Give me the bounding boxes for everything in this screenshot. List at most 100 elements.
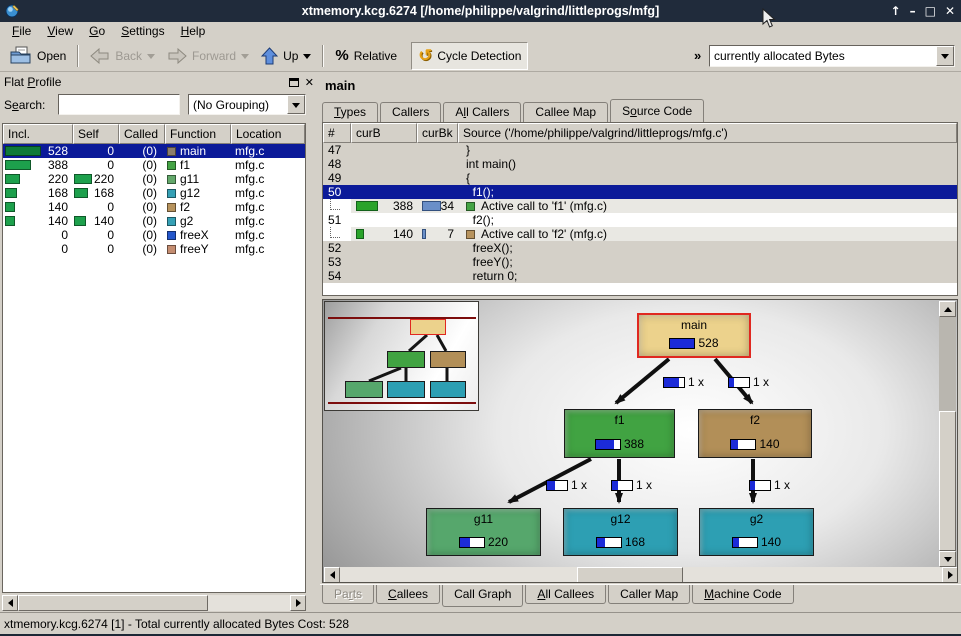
shade-icon[interactable]: ↑ xyxy=(891,4,901,18)
graph-vscrollbar[interactable] xyxy=(939,301,956,567)
graph-node-f2[interactable]: f2140 xyxy=(698,409,812,458)
toolbar: Open Back Forward Up % Relativ xyxy=(0,40,961,72)
table-row[interactable]: 1400(0)f2mfg.c xyxy=(3,200,305,214)
forward-dropdown-icon[interactable] xyxy=(241,54,249,63)
call-graph-panel[interactable]: main528f1388f2140g11220g12168g2140 1 x1 … xyxy=(322,299,958,583)
tab-caller-map[interactable]: Caller Map xyxy=(608,585,690,604)
tab-call-graph[interactable]: Call Graph xyxy=(442,585,523,607)
scroll-down-icon[interactable] xyxy=(939,551,956,567)
table-row[interactable]: 140140(0)g2mfg.c xyxy=(3,214,305,228)
source-line-row[interactable]: 47} xyxy=(323,143,957,157)
node-cost-value: 388 xyxy=(624,437,644,451)
self-value: 0 xyxy=(107,158,114,172)
location-cell: mfg.c xyxy=(231,186,305,200)
table-row[interactable]: 5280(0)mainmfg.c xyxy=(3,144,305,158)
graph-node-g12[interactable]: g12168 xyxy=(563,508,678,556)
edge-cost-bar xyxy=(749,480,771,491)
graph-hscrollbar[interactable] xyxy=(324,567,958,583)
grouping-combobox[interactable]: (No Grouping) xyxy=(188,94,306,115)
table-row[interactable]: 00(0)freeXmfg.c xyxy=(3,228,305,242)
open-button[interactable]: Open xyxy=(4,42,72,70)
column-header-called[interactable]: Called xyxy=(119,124,165,144)
menu-view[interactable]: View xyxy=(39,23,81,39)
table-row[interactable]: 3880(0)f1mfg.c xyxy=(3,158,305,172)
scrollbar-thumb[interactable] xyxy=(18,595,208,611)
up-dropdown-icon[interactable] xyxy=(303,54,311,63)
call-label: Active call to 'f1' (mfg.c) xyxy=(481,199,607,213)
incl-cell: 140 xyxy=(3,214,73,228)
column-header-curb[interactable]: curB xyxy=(351,123,417,143)
active-call-row[interactable]: 38834Active call to 'f1' (mfg.c) xyxy=(323,199,957,213)
toolbar-overflow-icon[interactable]: » xyxy=(694,48,701,63)
incl-cell: 388 xyxy=(3,158,73,172)
dock-float-icon[interactable] xyxy=(289,78,299,87)
tab-machine-code[interactable]: Machine Code xyxy=(692,585,793,604)
table-row[interactable]: 168168(0)g12mfg.c xyxy=(3,186,305,200)
cycle-detection-button[interactable]: ↺ Cycle Detection xyxy=(411,42,528,70)
tab-parts[interactable]: Parts xyxy=(322,585,374,604)
source-line-row[interactable]: 54 return 0; xyxy=(323,269,957,283)
dock-close-icon[interactable]: ✕ xyxy=(305,76,314,89)
graph-node-g11[interactable]: g11220 xyxy=(426,508,541,556)
column-header-self[interactable]: Self xyxy=(73,124,119,144)
back-button[interactable]: Back xyxy=(84,42,161,70)
table-row[interactable]: 00(0)freeYmfg.c xyxy=(3,242,305,256)
graph-node-main[interactable]: main528 xyxy=(637,313,751,358)
tab-types[interactable]: Types xyxy=(322,102,378,122)
combobox-arrow-button[interactable] xyxy=(287,95,305,114)
scroll-left-icon[interactable] xyxy=(324,567,340,583)
tab-callee-map[interactable]: Callee Map xyxy=(523,102,608,122)
scroll-right-icon[interactable] xyxy=(290,595,306,611)
column-header--[interactable]: # xyxy=(323,123,351,143)
menu-go[interactable]: Go xyxy=(81,23,113,39)
maximize-icon[interactable]: □ xyxy=(925,4,936,18)
scrollbar-thumb[interactable] xyxy=(939,411,956,551)
combobox-arrow-button[interactable] xyxy=(936,46,954,66)
search-input[interactable] xyxy=(58,94,180,115)
close-icon[interactable]: ✕ xyxy=(945,4,955,18)
titlebar[interactable]: xtmemory.kcg.6274 [/home/philippe/valgri… xyxy=(0,0,961,22)
tab-callers[interactable]: Callers xyxy=(380,102,441,122)
flat-profile-hscrollbar[interactable] xyxy=(2,595,306,611)
location-cell: mfg.c xyxy=(231,200,305,214)
source-line-row[interactable]: 50 f1(); xyxy=(323,185,957,199)
menu-file[interactable]: File xyxy=(4,23,39,39)
flat-profile-dock-title: Flat Profile ✕ xyxy=(0,74,318,90)
graph-node-f1[interactable]: f1388 xyxy=(564,409,675,458)
tab-all-callers[interactable]: All Callers xyxy=(443,102,521,122)
column-header-curbk[interactable]: curBk xyxy=(417,123,458,143)
relative-button[interactable]: % Relative xyxy=(329,42,403,70)
function-cell: f1 xyxy=(165,158,231,172)
up-button[interactable]: Up xyxy=(255,42,317,70)
tab-callees[interactable]: Callees xyxy=(376,585,440,604)
tab-source-code[interactable]: Source Code xyxy=(610,99,704,122)
source-line-row[interactable]: 49{ xyxy=(323,171,957,185)
scroll-left-icon[interactable] xyxy=(2,595,18,611)
menu-help[interactable]: Help xyxy=(173,23,214,39)
active-call-row[interactable]: 1407Active call to 'f2' (mfg.c) xyxy=(323,227,957,241)
open-folder-icon xyxy=(10,46,32,65)
forward-button[interactable]: Forward xyxy=(161,42,255,70)
source-line-row[interactable]: 53 freeY(); xyxy=(323,255,957,269)
graph-node-g2[interactable]: g2140 xyxy=(699,508,814,556)
minimize-icon[interactable]: – xyxy=(910,4,916,18)
source-code: f1(); xyxy=(458,185,957,199)
function-title: main xyxy=(325,78,355,93)
menu-settings[interactable]: Settings xyxy=(113,23,172,39)
tab-all-callees[interactable]: All Callees xyxy=(525,585,606,604)
source-line-row[interactable]: 48int main() xyxy=(323,157,957,171)
event-type-combobox[interactable]: currently allocated Bytes xyxy=(709,45,955,67)
column-header-incl-[interactable]: Incl. xyxy=(3,124,73,144)
incl-bar xyxy=(5,216,41,226)
function-cell: f2 xyxy=(165,200,231,214)
column-header-function[interactable]: Function xyxy=(165,124,231,144)
scroll-right-icon[interactable] xyxy=(942,567,958,583)
table-row[interactable]: 220220(0)g11mfg.c xyxy=(3,172,305,186)
column-header-source[interactable]: Source ('/home/philippe/valgrind/littlep… xyxy=(458,123,957,143)
back-dropdown-icon[interactable] xyxy=(147,54,155,63)
source-line-row[interactable]: 51 f2(); xyxy=(323,213,957,227)
column-header-location[interactable]: Location xyxy=(231,124,305,144)
scroll-up-icon[interactable] xyxy=(939,301,956,317)
source-line-row[interactable]: 52 freeX(); xyxy=(323,241,957,255)
scrollbar-thumb[interactable] xyxy=(577,567,683,583)
